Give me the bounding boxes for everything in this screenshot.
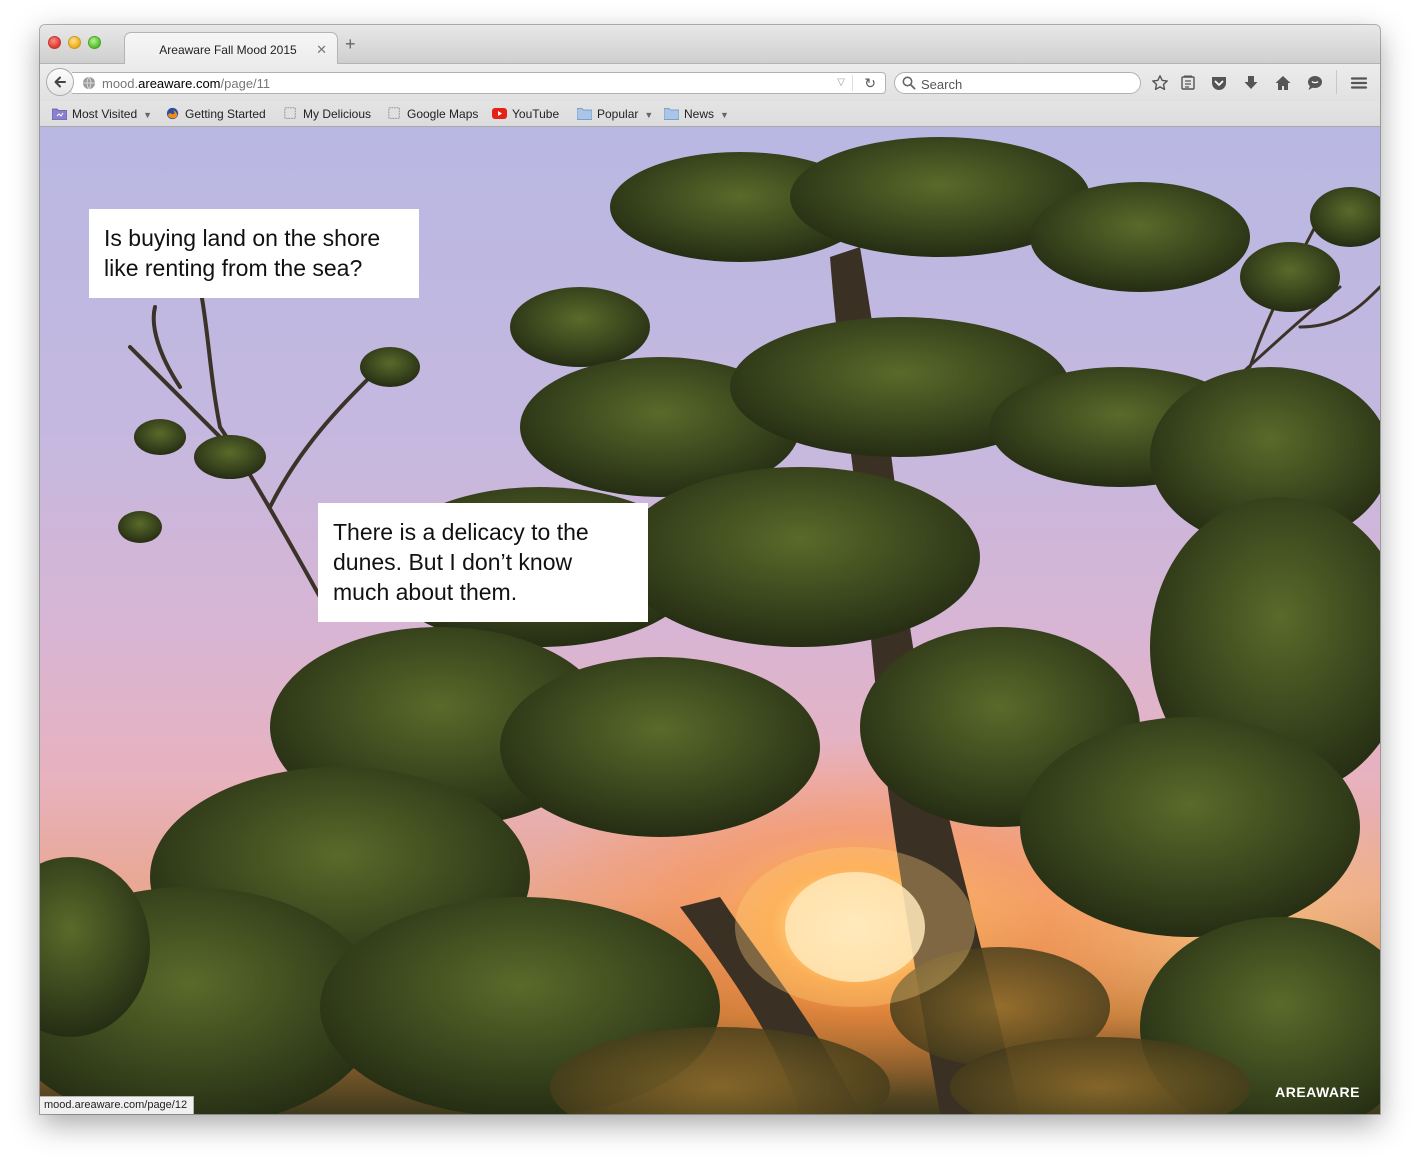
browser-window: Areaware Fall Mood 2015 ✕ + mood.areawar… (40, 25, 1380, 1114)
tab-strip: Areaware Fall Mood 2015 ✕ + (40, 25, 1380, 65)
home-icon[interactable] (1274, 74, 1292, 92)
tab-title: Areaware Fall Mood 2015 (159, 43, 297, 57)
url-prefix: mood. (102, 76, 139, 91)
chevron-down-icon: ▼ (143, 110, 153, 120)
bookmark-label: My Delicious (303, 107, 372, 121)
globe-icon (83, 76, 95, 90)
url-history-dropdown-icon[interactable]: ▽ (837, 77, 845, 88)
bookmark-label: Most Visited ▼ (72, 107, 153, 121)
bookmark-label: YouTube (512, 107, 560, 121)
url-divider (852, 75, 853, 91)
folder-icon (577, 108, 592, 120)
youtube-icon (492, 108, 507, 119)
url-text[interactable]: mood.areaware.com/page/11 (102, 76, 270, 91)
window-zoom-button[interactable] (88, 36, 101, 49)
tab-close-icon[interactable]: ✕ (316, 42, 327, 58)
chat-icon[interactable] (1306, 74, 1324, 92)
navigation-toolbar: mood.areaware.com/page/11 ▽ ↻ (40, 64, 1380, 101)
bookmark-page-icon (284, 107, 296, 119)
search-bar[interactable] (894, 72, 1141, 94)
search-icon (902, 76, 916, 90)
most-visited-icon (52, 108, 67, 120)
bookmarks-menu-icon[interactable] (1179, 74, 1197, 92)
folder-icon (664, 108, 679, 120)
pocket-icon[interactable] (1210, 74, 1228, 92)
reload-icon[interactable]: ↻ (864, 75, 876, 92)
new-tab-button[interactable]: + (345, 35, 356, 53)
bookmark-label: News ▼ (684, 107, 729, 121)
mood-caption: Is buying land on the shore like renting… (89, 209, 419, 298)
bookmark-star-icon[interactable] (1151, 74, 1169, 92)
firefox-icon (166, 107, 179, 120)
chevron-down-icon: ▼ (720, 110, 729, 120)
window-minimize-button[interactable] (68, 36, 81, 49)
back-button[interactable] (46, 68, 74, 96)
toolbar-divider (1336, 70, 1337, 94)
search-input[interactable] (919, 75, 1133, 93)
bookmark-page-icon (388, 107, 400, 119)
hamburger-menu-icon[interactable] (1350, 74, 1368, 92)
url-bar[interactable]: mood.areaware.com/page/11 ▽ ↻ (72, 72, 886, 94)
status-link-preview: mood.areaware.com/page/12 (40, 1096, 195, 1114)
bookmark-label: Getting Started (185, 107, 266, 121)
back-arrow-icon (54, 76, 66, 88)
mood-caption: There is a delicacy to the dunes. But I … (318, 503, 648, 622)
window-close-button[interactable] (48, 36, 61, 49)
page-content[interactable]: Is buying land on the shore like renting… (40, 127, 1380, 1114)
bookmarks-toolbar: Most Visited ▼ Getting Started My Delicio… (40, 101, 1380, 127)
downloads-icon[interactable] (1242, 74, 1260, 92)
brand-logo[interactable]: AREAWARE (1275, 1084, 1360, 1100)
bookmark-label: Popular ▼ (597, 107, 654, 121)
bookmark-label: Google Maps (407, 107, 479, 121)
tab-areaware-fall-mood[interactable]: Areaware Fall Mood 2015 ✕ (124, 32, 338, 65)
url-domain: areaware.com (138, 76, 221, 91)
url-path: /page/11 (220, 76, 271, 91)
chevron-down-icon: ▼ (644, 110, 654, 120)
